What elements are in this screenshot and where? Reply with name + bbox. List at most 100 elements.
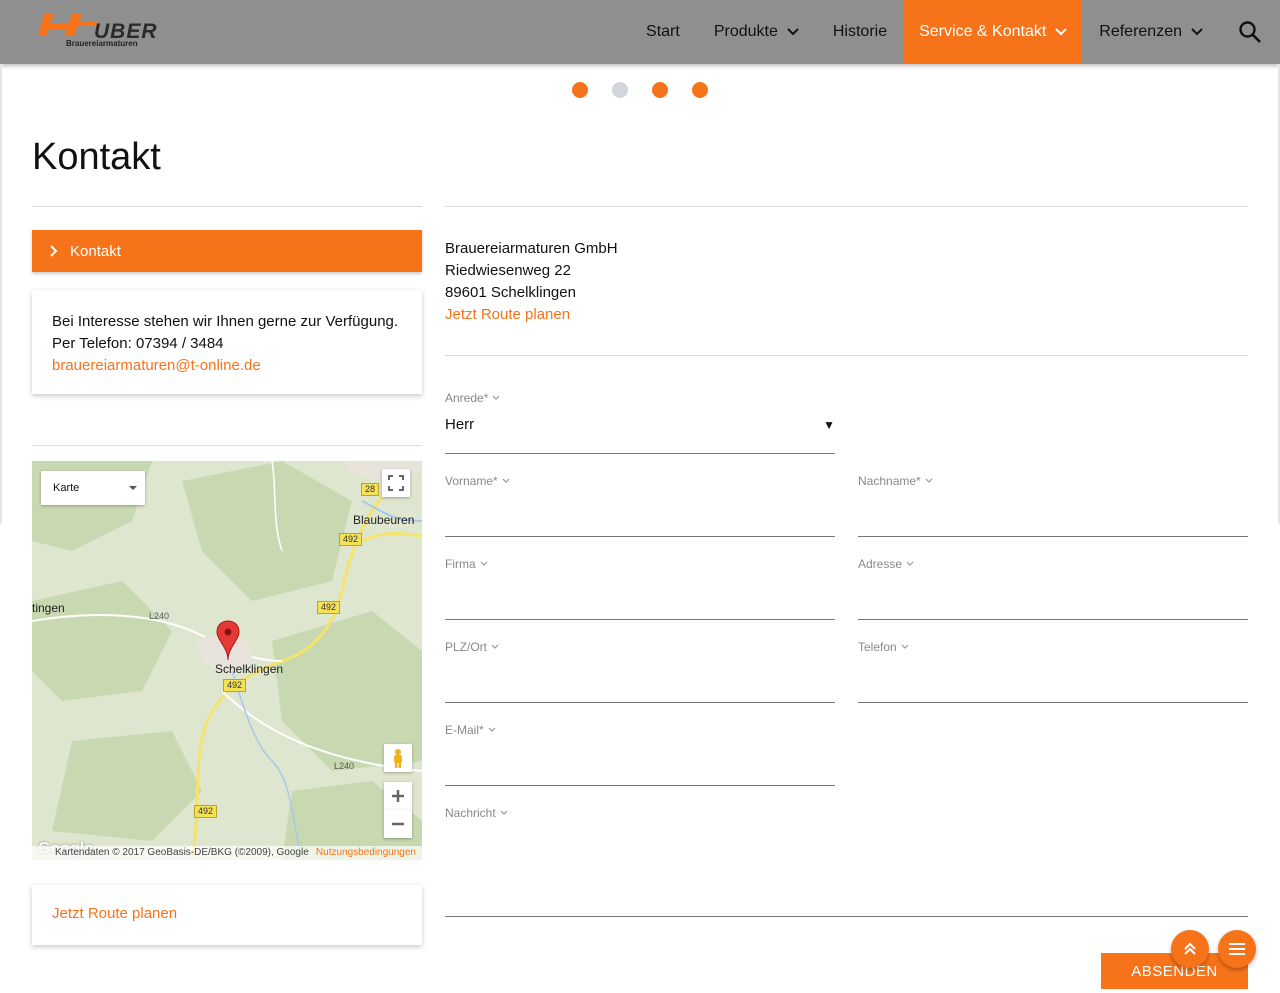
nav-historie-label: Historie bbox=[832, 23, 888, 40]
top-navigation-bar: UBER Brauereiarmaturen Start Produkte Hi… bbox=[0, 0, 1280, 64]
fullscreen-icon bbox=[388, 475, 404, 491]
telefon-input[interactable] bbox=[858, 670, 1248, 698]
nav-start-label: Start bbox=[646, 23, 680, 40]
telefon-field: Telefon bbox=[858, 640, 1248, 703]
nachricht-label: Nachricht bbox=[445, 806, 496, 820]
anrede-select[interactable]: Anrede* Herr ▼ bbox=[445, 391, 835, 454]
map-type-label: Karte bbox=[53, 482, 80, 494]
nav-service-kontakt-label: Service & Kontakt bbox=[919, 23, 1047, 40]
email-input[interactable] bbox=[445, 753, 835, 781]
divider bbox=[445, 206, 1248, 207]
google-map[interactable]: Karte Blaubeuren tingen Schelklingen L24… bbox=[32, 461, 422, 860]
field-label: Telefon bbox=[858, 640, 1248, 654]
nav-referenzen-label: Referenzen bbox=[1099, 23, 1182, 40]
anrede-label: Anrede* bbox=[445, 391, 489, 405]
nav-referenzen[interactable]: Referenzen bbox=[1082, 0, 1220, 64]
chevron-down-icon bbox=[901, 644, 909, 649]
field-label: PLZ/Ort bbox=[445, 640, 835, 654]
plzort-input[interactable] bbox=[445, 670, 835, 698]
nav-produkte[interactable]: Produkte bbox=[697, 0, 816, 64]
carousel-dot[interactable] bbox=[612, 82, 628, 98]
nav-start[interactable]: Start bbox=[629, 0, 697, 64]
carousel-dot[interactable] bbox=[652, 82, 668, 98]
search-button[interactable] bbox=[1220, 0, 1280, 64]
firma-label: Firma bbox=[445, 557, 476, 571]
zoom-in-button[interactable] bbox=[384, 782, 412, 810]
fullscreen-button[interactable] bbox=[382, 469, 410, 497]
field-underline bbox=[445, 785, 835, 786]
logo-h-icon bbox=[38, 14, 98, 36]
firma-input[interactable] bbox=[445, 587, 835, 615]
pegman-icon bbox=[394, 749, 402, 768]
road-badge: 492 bbox=[317, 601, 341, 614]
email-field: E-Mail* bbox=[445, 723, 835, 786]
email-label: E-Mail* bbox=[445, 723, 484, 737]
chevron-down-icon bbox=[480, 561, 488, 566]
field-underline bbox=[445, 702, 835, 703]
chevron-down-icon bbox=[906, 561, 914, 566]
field-label: Vorname* bbox=[445, 474, 835, 488]
adresse-field: Adresse bbox=[858, 557, 1248, 620]
plus-icon bbox=[392, 790, 404, 802]
divider bbox=[445, 355, 1248, 356]
field-label: Adresse bbox=[858, 557, 1248, 571]
map-type-select[interactable]: Karte bbox=[41, 471, 145, 505]
email-link[interactable]: brauereiarmaturen@t-online.de bbox=[52, 357, 261, 374]
contact-info-card: Bei Interesse stehen wir Ihnen gerne zur… bbox=[32, 290, 422, 394]
map-terms-link[interactable]: Nutzungsbedingungen bbox=[316, 846, 416, 860]
nav-service-kontakt[interactable]: Service & Kontakt bbox=[904, 0, 1083, 64]
field-underline bbox=[445, 619, 835, 620]
logo[interactable]: UBER Brauereiarmaturen bbox=[38, 12, 158, 50]
nachricht-field: Nachricht bbox=[445, 806, 1248, 917]
map-label-tingen: tingen bbox=[32, 601, 65, 615]
logo-subtitle: Brauereiarmaturen bbox=[66, 39, 138, 48]
firma-field: Firma bbox=[445, 557, 835, 620]
sidebar-item-kontakt[interactable]: Kontakt bbox=[32, 230, 422, 272]
map-label-road: L240 bbox=[149, 611, 170, 621]
adresse-label: Adresse bbox=[858, 557, 903, 571]
route-link[interactable]: Jetzt Route planen bbox=[445, 306, 570, 323]
chevron-down-icon bbox=[1191, 28, 1203, 36]
menu-button[interactable] bbox=[1218, 930, 1256, 968]
nachname-field: Nachname* bbox=[858, 474, 1248, 537]
nachricht-textarea[interactable] bbox=[445, 830, 1248, 914]
divider bbox=[32, 206, 422, 207]
chevron-down-icon bbox=[787, 28, 799, 36]
zoom-out-button[interactable] bbox=[384, 810, 412, 838]
map-label-blaubeuren: Blaubeuren bbox=[353, 513, 415, 527]
hamburger-icon bbox=[1229, 943, 1245, 955]
road-badge: 492 bbox=[339, 533, 363, 546]
field-underline bbox=[445, 453, 835, 454]
page-edge-left bbox=[0, 64, 2, 524]
vorname-input[interactable] bbox=[445, 504, 835, 532]
map-marker-icon[interactable] bbox=[216, 620, 240, 662]
phone-text: Per Telefon: 07394 / 3484 bbox=[52, 335, 224, 352]
street: Riedwiesenweg 22 bbox=[445, 262, 571, 279]
street-view-button[interactable] bbox=[384, 744, 412, 772]
field-label: Nachname* bbox=[858, 474, 1248, 488]
company-address: Brauereiarmaturen GmbH Riedwiesenweg 22 … bbox=[445, 238, 618, 326]
map-label-schelklingen: Schelklingen bbox=[215, 662, 284, 676]
city: 89601 Schelklingen bbox=[445, 284, 576, 301]
scroll-top-button[interactable] bbox=[1171, 930, 1209, 968]
nav-historie[interactable]: Historie bbox=[816, 0, 904, 64]
route-link[interactable]: Jetzt Route planen bbox=[52, 905, 177, 922]
carousel-dots bbox=[572, 82, 708, 98]
map-attribution-text: Kartendaten © 2017 GeoBasis-DE/BKG (©200… bbox=[55, 847, 309, 858]
vorname-field: Vorname* bbox=[445, 474, 835, 537]
road-badge: 492 bbox=[223, 679, 247, 692]
nachname-input[interactable] bbox=[858, 504, 1248, 532]
chevron-right-icon bbox=[50, 245, 58, 257]
chevron-down-icon bbox=[491, 644, 499, 649]
field-underline bbox=[445, 916, 1248, 917]
field-label: Firma bbox=[445, 557, 835, 571]
select-arrow-icon: ▼ bbox=[823, 418, 835, 432]
field-label: E-Mail* bbox=[445, 723, 835, 737]
carousel-dot[interactable] bbox=[572, 82, 588, 98]
adresse-input[interactable] bbox=[858, 587, 1248, 615]
field-underline bbox=[858, 536, 1248, 537]
telefon-label: Telefon bbox=[858, 640, 897, 654]
carousel-dot[interactable] bbox=[692, 82, 708, 98]
nav-produkte-label: Produkte bbox=[713, 23, 778, 40]
plzort-field: PLZ/Ort bbox=[445, 640, 835, 703]
